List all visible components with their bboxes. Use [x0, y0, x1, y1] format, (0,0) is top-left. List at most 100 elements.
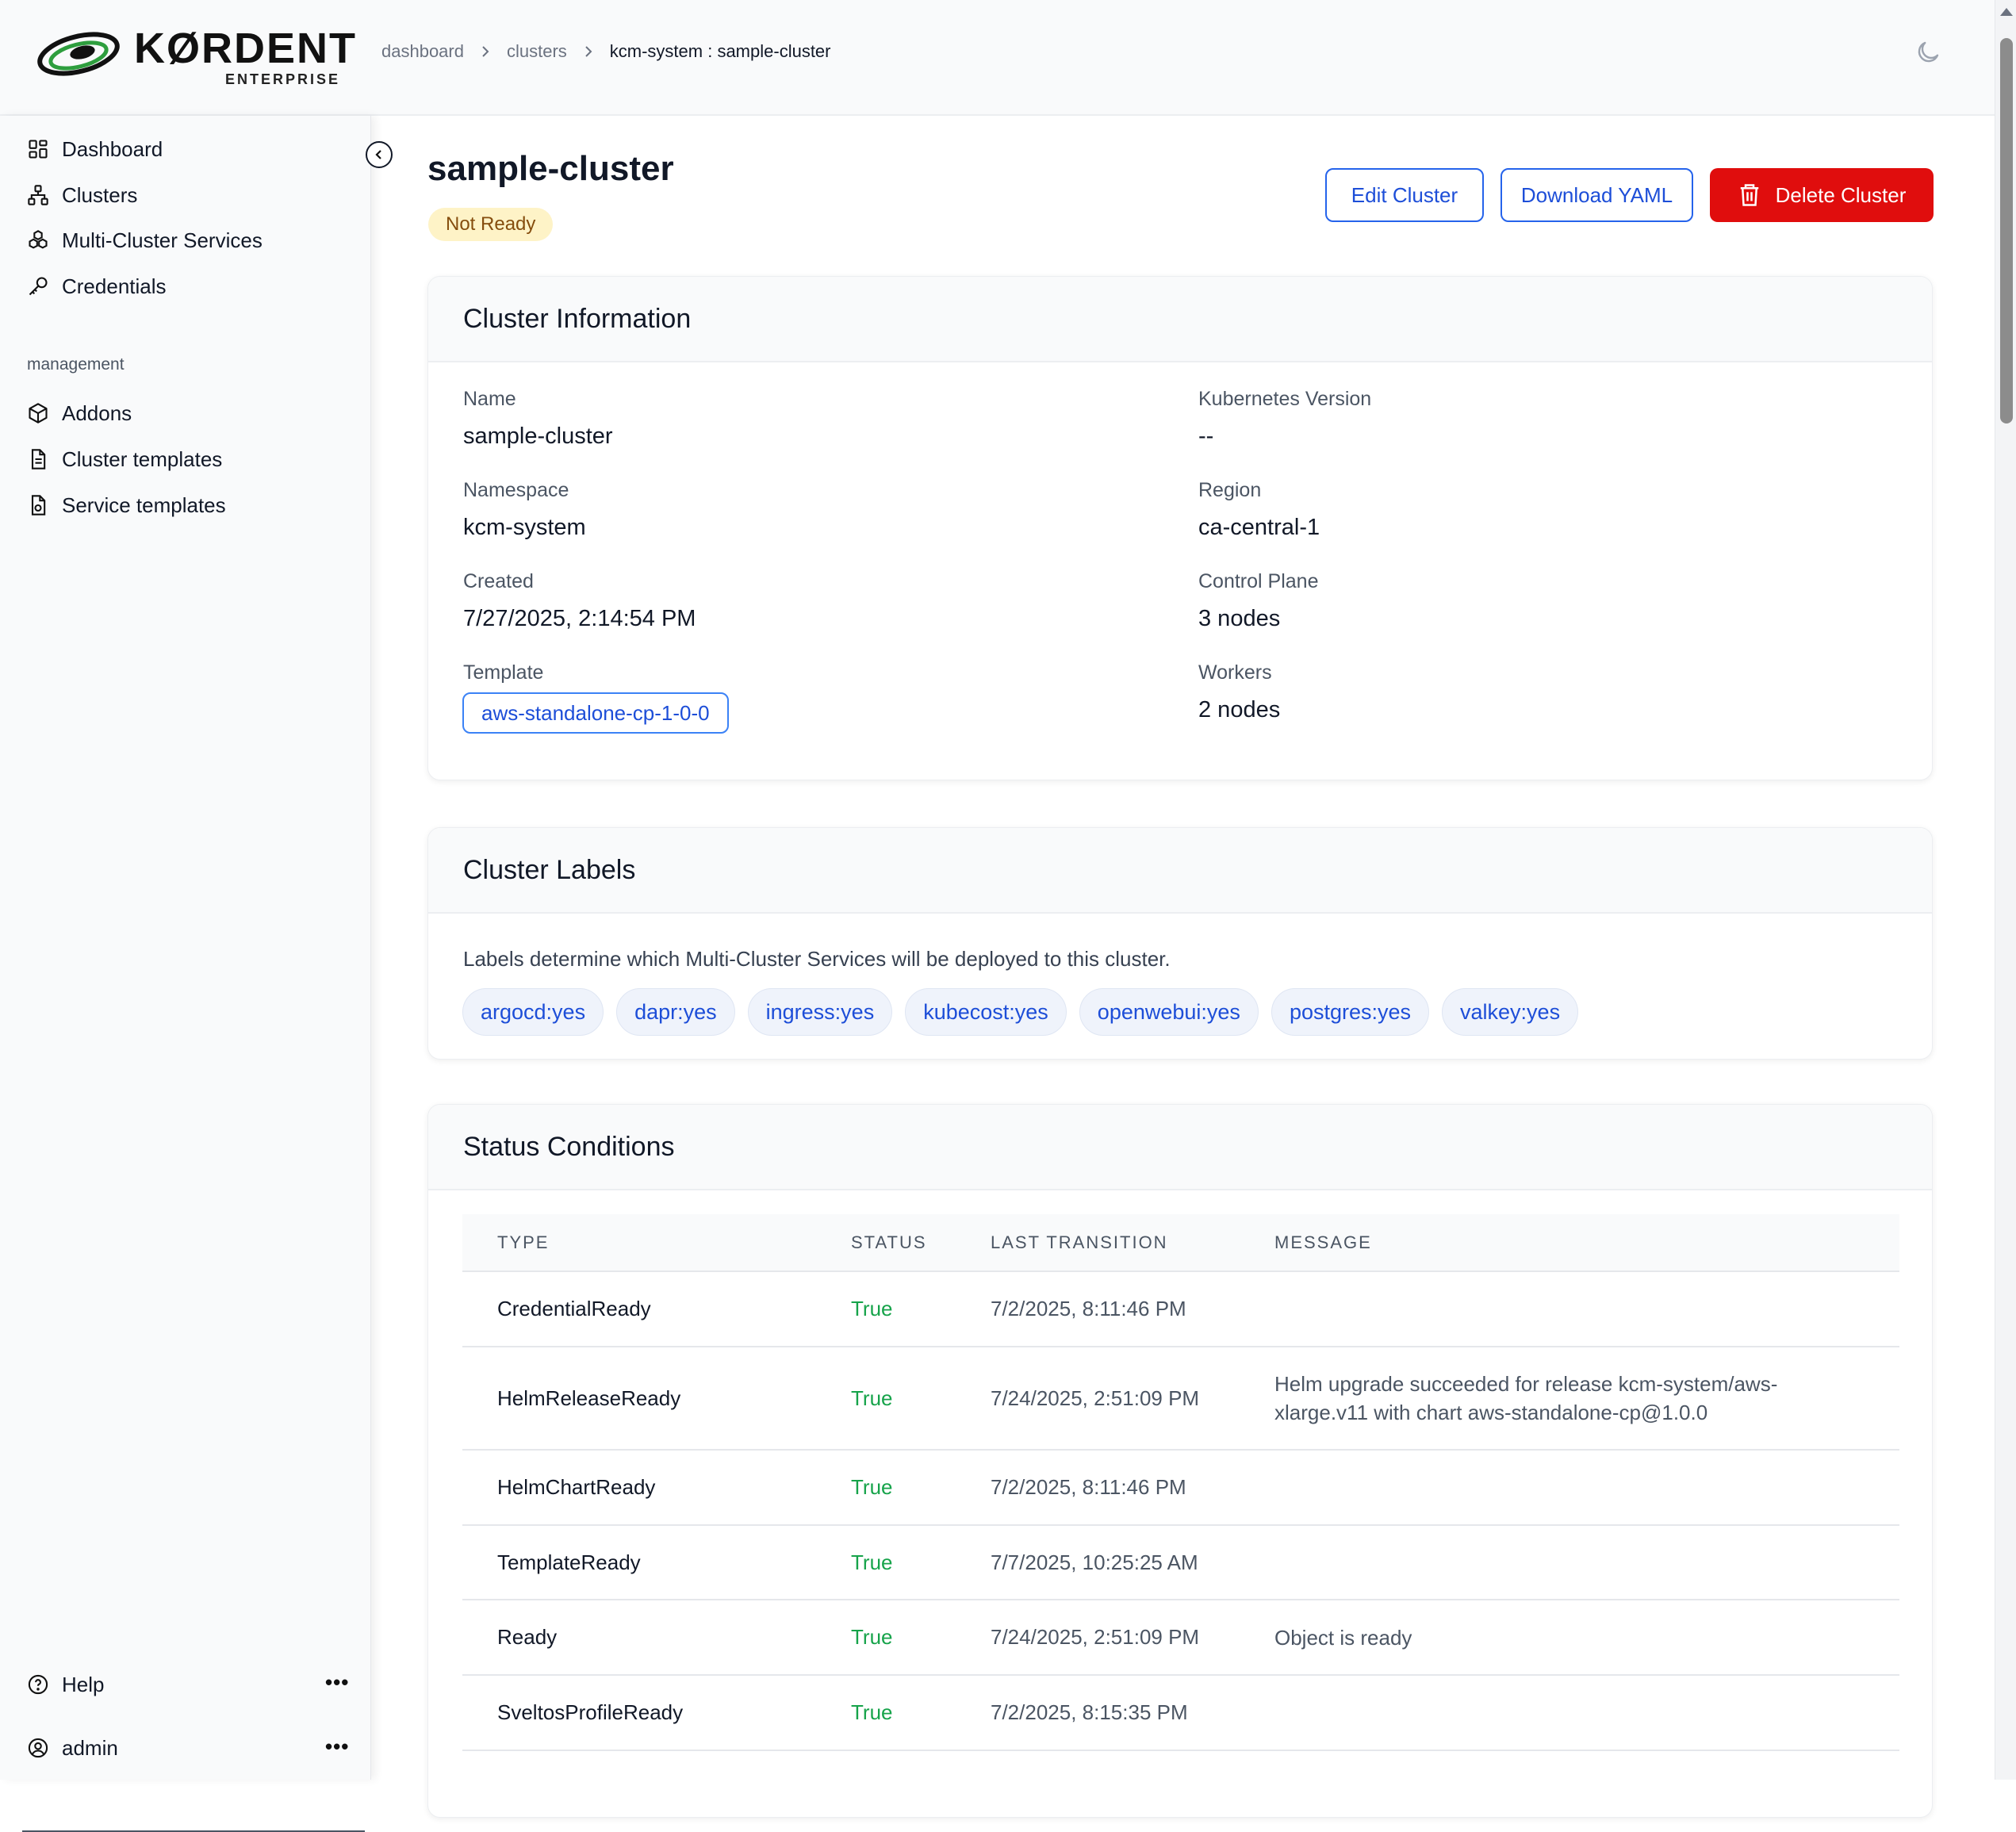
- label-chip[interactable]: ingress:yes: [747, 988, 893, 1036]
- condition-time: 7/2/2025, 8:11:46 PM: [990, 1450, 1274, 1526]
- condition-message: [1274, 1525, 1899, 1600]
- label-chip[interactable]: dapr:yes: [616, 988, 735, 1036]
- kordent-logo[interactable]: KØRDENT ENTERPRISE: [35, 22, 355, 94]
- sidebar-item-label: Service templates: [62, 492, 226, 517]
- download-yaml-button[interactable]: Download YAML: [1501, 168, 1693, 222]
- condition-status: True: [850, 1675, 990, 1751]
- sidebar-item-label: Credentials: [62, 274, 167, 298]
- sidebar-item-clusters[interactable]: Clusters: [27, 179, 137, 211]
- clusters-icon: [28, 185, 48, 205]
- delete-cluster-button[interactable]: Delete Cluster: [1710, 168, 1934, 222]
- label-chip[interactable]: argocd:yes: [462, 988, 604, 1036]
- table-row: Ready True 7/24/2025, 2:51:09 PM Object …: [462, 1600, 1899, 1676]
- created-label: Created: [463, 570, 534, 592]
- label-chip[interactable]: openwebui:yes: [1079, 988, 1259, 1036]
- condition-type: TemplateReady: [462, 1525, 850, 1600]
- sidebar-item-label: Multi-Cluster Services: [62, 228, 263, 252]
- column-header-status: STATUS: [850, 1214, 990, 1272]
- condition-time: 7/7/2025, 10:25:25 AM: [990, 1525, 1274, 1600]
- card-title: Status Conditions: [428, 1105, 1932, 1190]
- template-link[interactable]: aws-standalone-cp-1-0-0: [462, 692, 729, 734]
- condition-message: Helm upgrade succeeded for release kcm-s…: [1274, 1347, 1899, 1451]
- breadcrumb-dashboard[interactable]: dashboard: [381, 41, 464, 62]
- page-scrollbar[interactable]: [1995, 0, 2016, 1780]
- table-row: HelmChartReady True 7/2/2025, 8:11:46 PM: [462, 1450, 1899, 1526]
- sidebar-item-label: Addons: [62, 401, 132, 425]
- sidebar-item-cluster-templates[interactable]: Cluster templates: [27, 443, 222, 475]
- sidebar-collapse-button[interactable]: [366, 141, 393, 168]
- condition-status: True: [850, 1525, 990, 1600]
- condition-status: True: [850, 1271, 990, 1347]
- label-chip[interactable]: postgres:yes: [1271, 988, 1430, 1036]
- region-label: Region: [1198, 479, 1262, 501]
- breadcrumb: dashboard clusters kcm-system : sample-c…: [381, 41, 831, 62]
- sidebar-item-help[interactable]: Help: [27, 1669, 104, 1700]
- labels-description: Labels determine which Multi-Cluster Ser…: [463, 947, 1171, 971]
- key-icon: [29, 277, 48, 296]
- chevron-right-icon: [464, 45, 507, 58]
- label-chip[interactable]: valkey:yes: [1442, 988, 1579, 1036]
- name-value: sample-cluster: [463, 424, 613, 449]
- label-chip[interactable]: kubecost:yes: [905, 988, 1067, 1036]
- sidebar-item-dashboard[interactable]: Dashboard: [27, 133, 163, 165]
- table-row: SveltosProfileReady True 7/2/2025, 8:15:…: [462, 1675, 1899, 1751]
- conditions-table: TYPE STATUS LAST TRANSITION MESSAGE Cred…: [462, 1214, 1899, 1751]
- condition-message-line: xlarge.v11 with chart aws-standalone-cp@…: [1274, 1401, 1708, 1424]
- condition-time: 7/2/2025, 8:15:35 PM: [990, 1675, 1274, 1751]
- condition-message: Object is ready: [1274, 1600, 1899, 1676]
- template-label: Template: [463, 661, 544, 684]
- region-value: ca-central-1: [1198, 515, 1320, 540]
- sidebar-item-addons[interactable]: Addons: [27, 397, 132, 429]
- created-value: 7/27/2025, 2:14:54 PM: [463, 606, 696, 631]
- scroll-up-arrow-icon[interactable]: [2000, 8, 2013, 16]
- label-chips: argocd:yes dapr:yes ingress:yes kubecost…: [462, 988, 1579, 1036]
- condition-type: Ready: [462, 1600, 850, 1676]
- breadcrumb-clusters[interactable]: clusters: [507, 41, 567, 62]
- scroll-thumb[interactable]: [2000, 38, 2013, 424]
- help-more-button[interactable]: •••: [325, 1670, 349, 1695]
- sidebar-item-label: Dashboard: [62, 136, 163, 161]
- status-conditions-card: Status Conditions TYPE STATUS LAST TRANS…: [427, 1104, 1933, 1818]
- sidebar-item-service-templates[interactable]: Service templates: [27, 489, 226, 521]
- page-title: sample-cluster: [427, 149, 674, 188]
- cluster-information-card: Cluster Information Name sample-cluster …: [427, 276, 1933, 780]
- condition-message: [1274, 1271, 1899, 1347]
- trash-icon: [1740, 184, 1758, 206]
- column-header-message: MESSAGE: [1274, 1214, 1899, 1272]
- user-more-button[interactable]: •••: [325, 1734, 349, 1759]
- sidebar-item-credentials[interactable]: Credentials: [27, 270, 167, 302]
- edit-cluster-button[interactable]: Edit Cluster: [1325, 168, 1484, 222]
- namespace-label: Namespace: [463, 479, 569, 501]
- control-plane-label: Control Plane: [1198, 570, 1319, 592]
- condition-type: CredentialReady: [462, 1271, 850, 1347]
- sidebar-section-management: management: [27, 355, 125, 374]
- dashboard-icon: [29, 140, 48, 159]
- condition-status: True: [850, 1347, 990, 1451]
- logo-orbit-icon: [37, 32, 120, 76]
- condition-time: 7/24/2025, 2:51:09 PM: [990, 1347, 1274, 1451]
- condition-message-line: Helm upgrade succeeded for release kcm-s…: [1274, 1372, 1778, 1396]
- kubernetes-version-value: --: [1198, 424, 1214, 449]
- delete-cluster-label: Delete Cluster: [1775, 182, 1907, 207]
- condition-message: [1274, 1675, 1899, 1751]
- logo-wordmark: KØRDENT: [134, 25, 357, 72]
- table-row: TemplateReady True 7/7/2025, 10:25:25 AM: [462, 1525, 1899, 1600]
- user-circle-icon: [28, 1738, 48, 1758]
- condition-time: 7/2/2025, 8:11:46 PM: [990, 1271, 1274, 1347]
- sidebar-item-multi-cluster-services[interactable]: Multi-Cluster Services: [27, 224, 263, 256]
- theme-toggle-button[interactable]: [1914, 38, 1945, 70]
- condition-status: True: [850, 1450, 990, 1526]
- sidebar-item-label: Clusters: [62, 182, 138, 207]
- sidebar: Dashboard Clusters Multi-Cluster Service…: [0, 116, 371, 1832]
- sidebar-user[interactable]: admin: [27, 1732, 118, 1764]
- kubernetes-version-label: Kubernetes Version: [1198, 388, 1372, 410]
- name-label: Name: [463, 388, 516, 410]
- condition-message: [1274, 1450, 1899, 1526]
- status-badge: Not Ready: [428, 208, 554, 241]
- help-label: Help: [62, 1672, 105, 1696]
- breadcrumb-current: kcm-system : sample-cluster: [609, 41, 831, 61]
- workers-label: Workers: [1198, 661, 1272, 684]
- help-circle-icon: [28, 1674, 48, 1695]
- column-header-type: TYPE: [462, 1214, 850, 1272]
- condition-status: True: [850, 1600, 990, 1676]
